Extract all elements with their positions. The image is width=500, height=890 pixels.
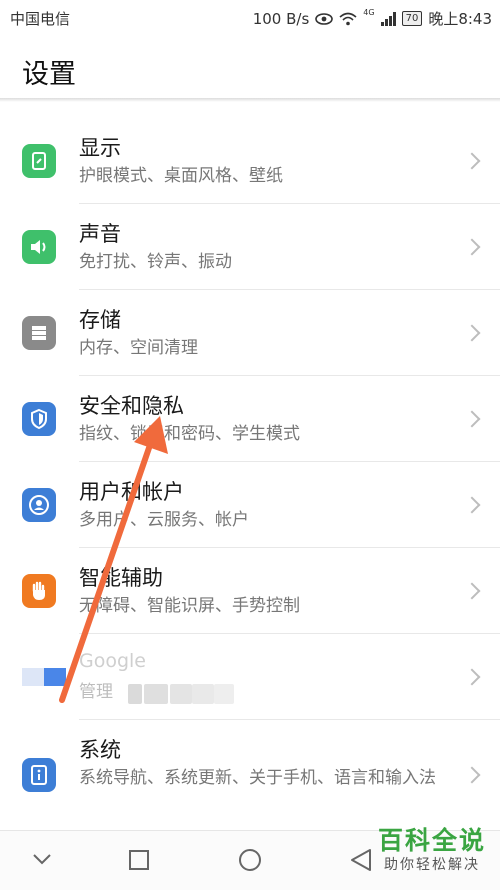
user-icon <box>22 488 56 522</box>
eye-icon <box>315 12 334 25</box>
signal-icon <box>380 11 396 26</box>
redacted-block <box>144 684 168 704</box>
watermark-subtitle: 助你轻松解决 <box>383 857 480 873</box>
settings-item-subtitle: 内存、空间清理 <box>79 338 198 358</box>
settings-item-subtitle: 指纹、锁屏和密码、学生模式 <box>79 424 300 444</box>
settings-item-label: 安全和隐私 <box>79 394 184 418</box>
chevron-right-icon <box>463 152 481 170</box>
google-icon <box>22 660 66 694</box>
page-title: 设置 <box>22 59 76 90</box>
settings-item-subtitle: 护眼模式、桌面风格、壁纸 <box>79 166 283 186</box>
settings-item-label: 智能辅助 <box>79 566 163 590</box>
clock: 晚上8:43 <box>428 10 492 28</box>
settings-item-subtitle: 无障碍、智能识屏、手势控制 <box>79 596 300 616</box>
settings-item-3[interactable]: 安全和隐私指纹、锁屏和密码、学生模式 <box>0 376 500 462</box>
settings-item-6[interactable]: Google 管理 <box>0 634 500 720</box>
home-button[interactable] <box>238 848 262 872</box>
recent-apps-button[interactable] <box>128 849 150 871</box>
hand-icon <box>22 574 56 608</box>
settings-item-label: 系统 <box>79 738 121 762</box>
chevron-right-icon <box>463 410 481 428</box>
settings-item-subtitle: 免打扰、铃声、振动 <box>79 252 232 272</box>
chevron-right-icon <box>463 582 481 600</box>
chevron-right-icon <box>463 496 481 514</box>
chevron-right-icon <box>463 324 481 342</box>
network-type-label: 4G <box>363 8 375 17</box>
settings-item-1[interactable]: 声音免打扰、铃声、振动 <box>0 204 500 290</box>
settings-item-7[interactable]: 系统系统导航、系统更新、关于手机、语言和输入法 <box>0 720 500 830</box>
info-icon <box>22 758 56 792</box>
redacted-block <box>128 684 142 704</box>
chevron-right-icon <box>463 238 481 256</box>
chevron-right-icon <box>463 766 481 784</box>
storage-icon <box>22 316 56 350</box>
settings-item-5[interactable]: 智能辅助无障碍、智能识屏、手势控制 <box>0 548 500 634</box>
watermark-title: 百科全说 <box>377 826 486 855</box>
redacted-block <box>214 684 234 704</box>
settings-item-subtitle: 系统导航、系统更新、关于手机、语言和输入法 <box>79 768 436 788</box>
chevron-right-icon <box>463 668 481 686</box>
settings-item-label: Google <box>79 650 147 672</box>
settings-item-0[interactable]: 显示护眼模式、桌面风格、壁纸 <box>0 118 500 204</box>
speaker-icon <box>22 230 56 264</box>
title-divider <box>0 98 500 102</box>
settings-item-label: 显示 <box>79 136 121 160</box>
redacted-block <box>192 684 214 704</box>
title-bar: 设置 <box>0 36 500 98</box>
back-button[interactable] <box>350 848 372 872</box>
settings-item-4[interactable]: 用户和帐户多用户、云服务、帐户 <box>0 462 500 548</box>
battery-icon: 70 <box>401 11 423 26</box>
shield-icon <box>22 402 56 436</box>
settings-item-label: 存储 <box>79 308 121 332</box>
settings-item-label: 用户和帐户 <box>79 480 184 504</box>
settings-item-label: 声音 <box>79 222 121 246</box>
watermark: 百科全说 助你轻松解决 <box>378 826 486 874</box>
chevron-down-icon[interactable] <box>32 853 52 865</box>
carrier-label: 中国电信 <box>10 10 71 28</box>
settings-item-2[interactable]: 存储 内存、空间清理 <box>0 290 500 376</box>
network-speed: 100 B/s <box>252 9 310 28</box>
wifi-icon <box>339 12 357 25</box>
settings-item-subtitle: 多用户、云服务、帐户 <box>79 510 249 530</box>
status-bar: 中国电信 100 B/s 4G 70 晚上8:43 <box>0 0 500 36</box>
display-icon <box>22 144 56 178</box>
redacted-block <box>170 684 192 704</box>
